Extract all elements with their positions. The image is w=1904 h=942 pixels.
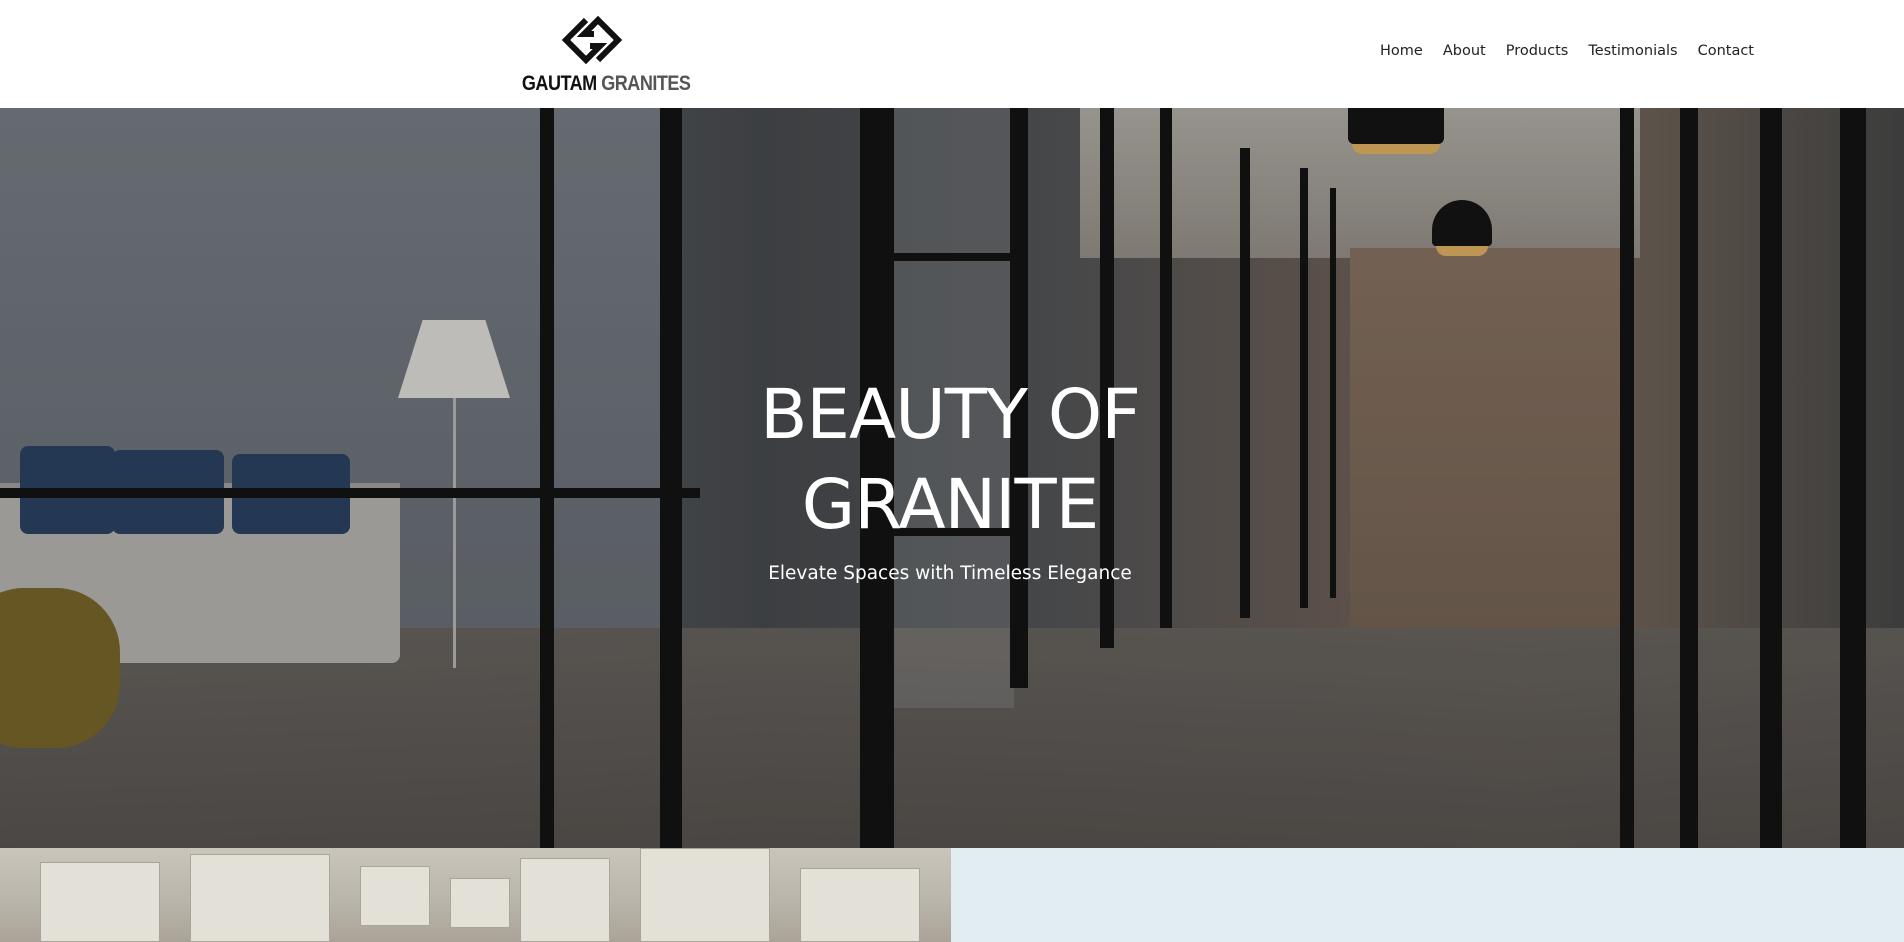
quarry-block bbox=[40, 862, 160, 942]
quarry-block bbox=[800, 868, 920, 942]
quarry-block bbox=[450, 878, 510, 928]
quarry-block bbox=[360, 866, 430, 926]
main-nav: Home About Products Testimonials Contact bbox=[1370, 43, 1764, 59]
hero-title-line-1: BEAUTY OF bbox=[760, 375, 1141, 455]
gg-monogram-icon bbox=[561, 15, 623, 65]
logo-word-gautam: GAUTAM bbox=[521, 72, 597, 95]
quarry-block bbox=[190, 854, 330, 942]
logo-word-granites: GRANITES bbox=[601, 72, 691, 95]
logo[interactable]: GAUTAM GRANITES bbox=[510, 14, 691, 96]
hero-section: BEAUTY OF GRANITE Elevate Spaces with Ti… bbox=[0, 108, 1904, 848]
nav-contact[interactable]: Contact bbox=[1688, 43, 1764, 59]
hero-title: BEAUTY OF GRANITE bbox=[600, 370, 1300, 550]
quarry-image bbox=[0, 848, 951, 942]
site-header: GAUTAM GRANITES Home About Products Test… bbox=[0, 0, 1904, 108]
quarry-block bbox=[640, 848, 770, 942]
quarry-block bbox=[520, 858, 610, 942]
hero-subtitle: Elevate Spaces with Timeless Elegance bbox=[768, 563, 1132, 584]
hero-title-line-2: GRANITE bbox=[801, 465, 1100, 545]
nav-about[interactable]: About bbox=[1433, 43, 1496, 59]
nav-testimonials[interactable]: Testimonials bbox=[1578, 43, 1687, 59]
nav-home[interactable]: Home bbox=[1370, 43, 1433, 59]
logo-wordmark: GAUTAM GRANITES bbox=[521, 72, 691, 96]
content-panel bbox=[951, 848, 1904, 942]
nav-products[interactable]: Products bbox=[1496, 43, 1579, 59]
